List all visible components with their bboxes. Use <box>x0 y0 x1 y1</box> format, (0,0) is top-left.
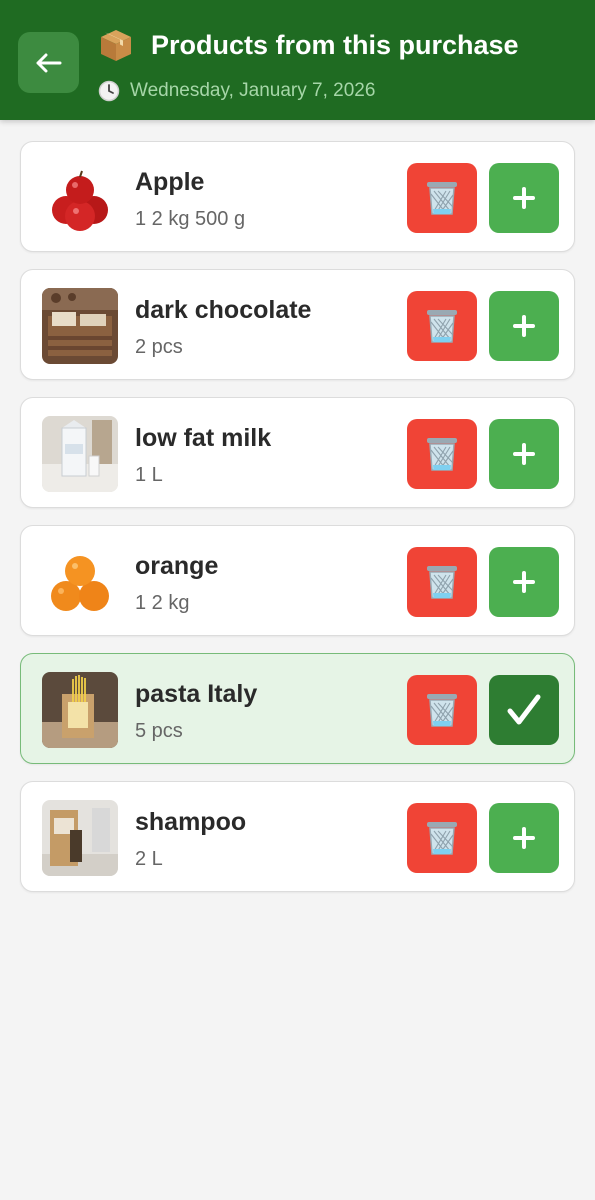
plus-icon <box>513 571 535 593</box>
product-card[interactable]: Apple 1 2 kg 500 g <box>20 141 575 252</box>
arrow-left-icon <box>36 53 61 72</box>
product-list: Apple 1 2 kg 500 g dark chocolate 2 pcs … <box>20 141 575 909</box>
product-quantity: 1 L <box>135 464 163 486</box>
trash-icon <box>427 694 457 727</box>
app-header: Products from this purchase Wednesday, J… <box>0 0 595 120</box>
trash-icon <box>427 566 457 599</box>
delete-button[interactable] <box>407 419 477 489</box>
page-title: Products from this purchase <box>151 30 519 60</box>
purchase-date: Wednesday, January 7, 2026 <box>130 80 376 101</box>
trash-icon <box>427 182 457 215</box>
delete-button[interactable] <box>407 163 477 233</box>
orange-image <box>42 544 118 620</box>
back-button[interactable] <box>18 32 79 93</box>
checkmark-icon <box>507 694 541 725</box>
plus-icon <box>513 187 535 209</box>
milk-image <box>42 416 118 492</box>
clock-icon <box>98 80 120 107</box>
product-name: pasta Italy <box>135 680 258 708</box>
product-card[interactable]: shampoo 2 L <box>20 781 575 892</box>
plus-icon <box>513 827 535 849</box>
product-name: orange <box>135 552 219 580</box>
delete-button[interactable] <box>407 547 477 617</box>
plus-icon <box>513 443 535 465</box>
product-card[interactable]: orange 1 2 kg <box>20 525 575 636</box>
add-button[interactable] <box>489 803 559 873</box>
trash-icon <box>427 822 457 855</box>
product-card[interactable]: low fat milk 1 L <box>20 397 575 508</box>
product-quantity: 2 pcs <box>135 336 183 358</box>
trash-icon <box>427 310 457 343</box>
added-button[interactable] <box>489 675 559 745</box>
pasta-image <box>42 672 118 748</box>
add-button[interactable] <box>489 419 559 489</box>
trash-icon <box>427 438 457 471</box>
product-name: shampoo <box>135 808 247 836</box>
package-icon <box>98 27 134 68</box>
product-quantity: 1 2 kg 500 g <box>135 208 246 230</box>
add-button[interactable] <box>489 291 559 361</box>
apple-image <box>42 160 118 236</box>
product-name: dark chocolate <box>135 296 312 324</box>
product-quantity: 1 2 kg <box>135 592 190 614</box>
product-quantity: 2 L <box>135 848 163 870</box>
delete-button[interactable] <box>407 803 477 873</box>
add-button[interactable] <box>489 547 559 617</box>
product-card[interactable]: dark chocolate 2 pcs <box>20 269 575 380</box>
chocolate-image <box>42 288 118 364</box>
product-card-selected[interactable]: pasta Italy 5 pcs <box>20 653 575 764</box>
add-button[interactable] <box>489 163 559 233</box>
product-quantity: 5 pcs <box>135 720 183 742</box>
product-name: Apple <box>135 168 205 196</box>
product-name: low fat milk <box>135 424 272 452</box>
shampoo-image <box>42 800 118 876</box>
delete-button[interactable] <box>407 675 477 745</box>
plus-icon <box>513 315 535 337</box>
delete-button[interactable] <box>407 291 477 361</box>
